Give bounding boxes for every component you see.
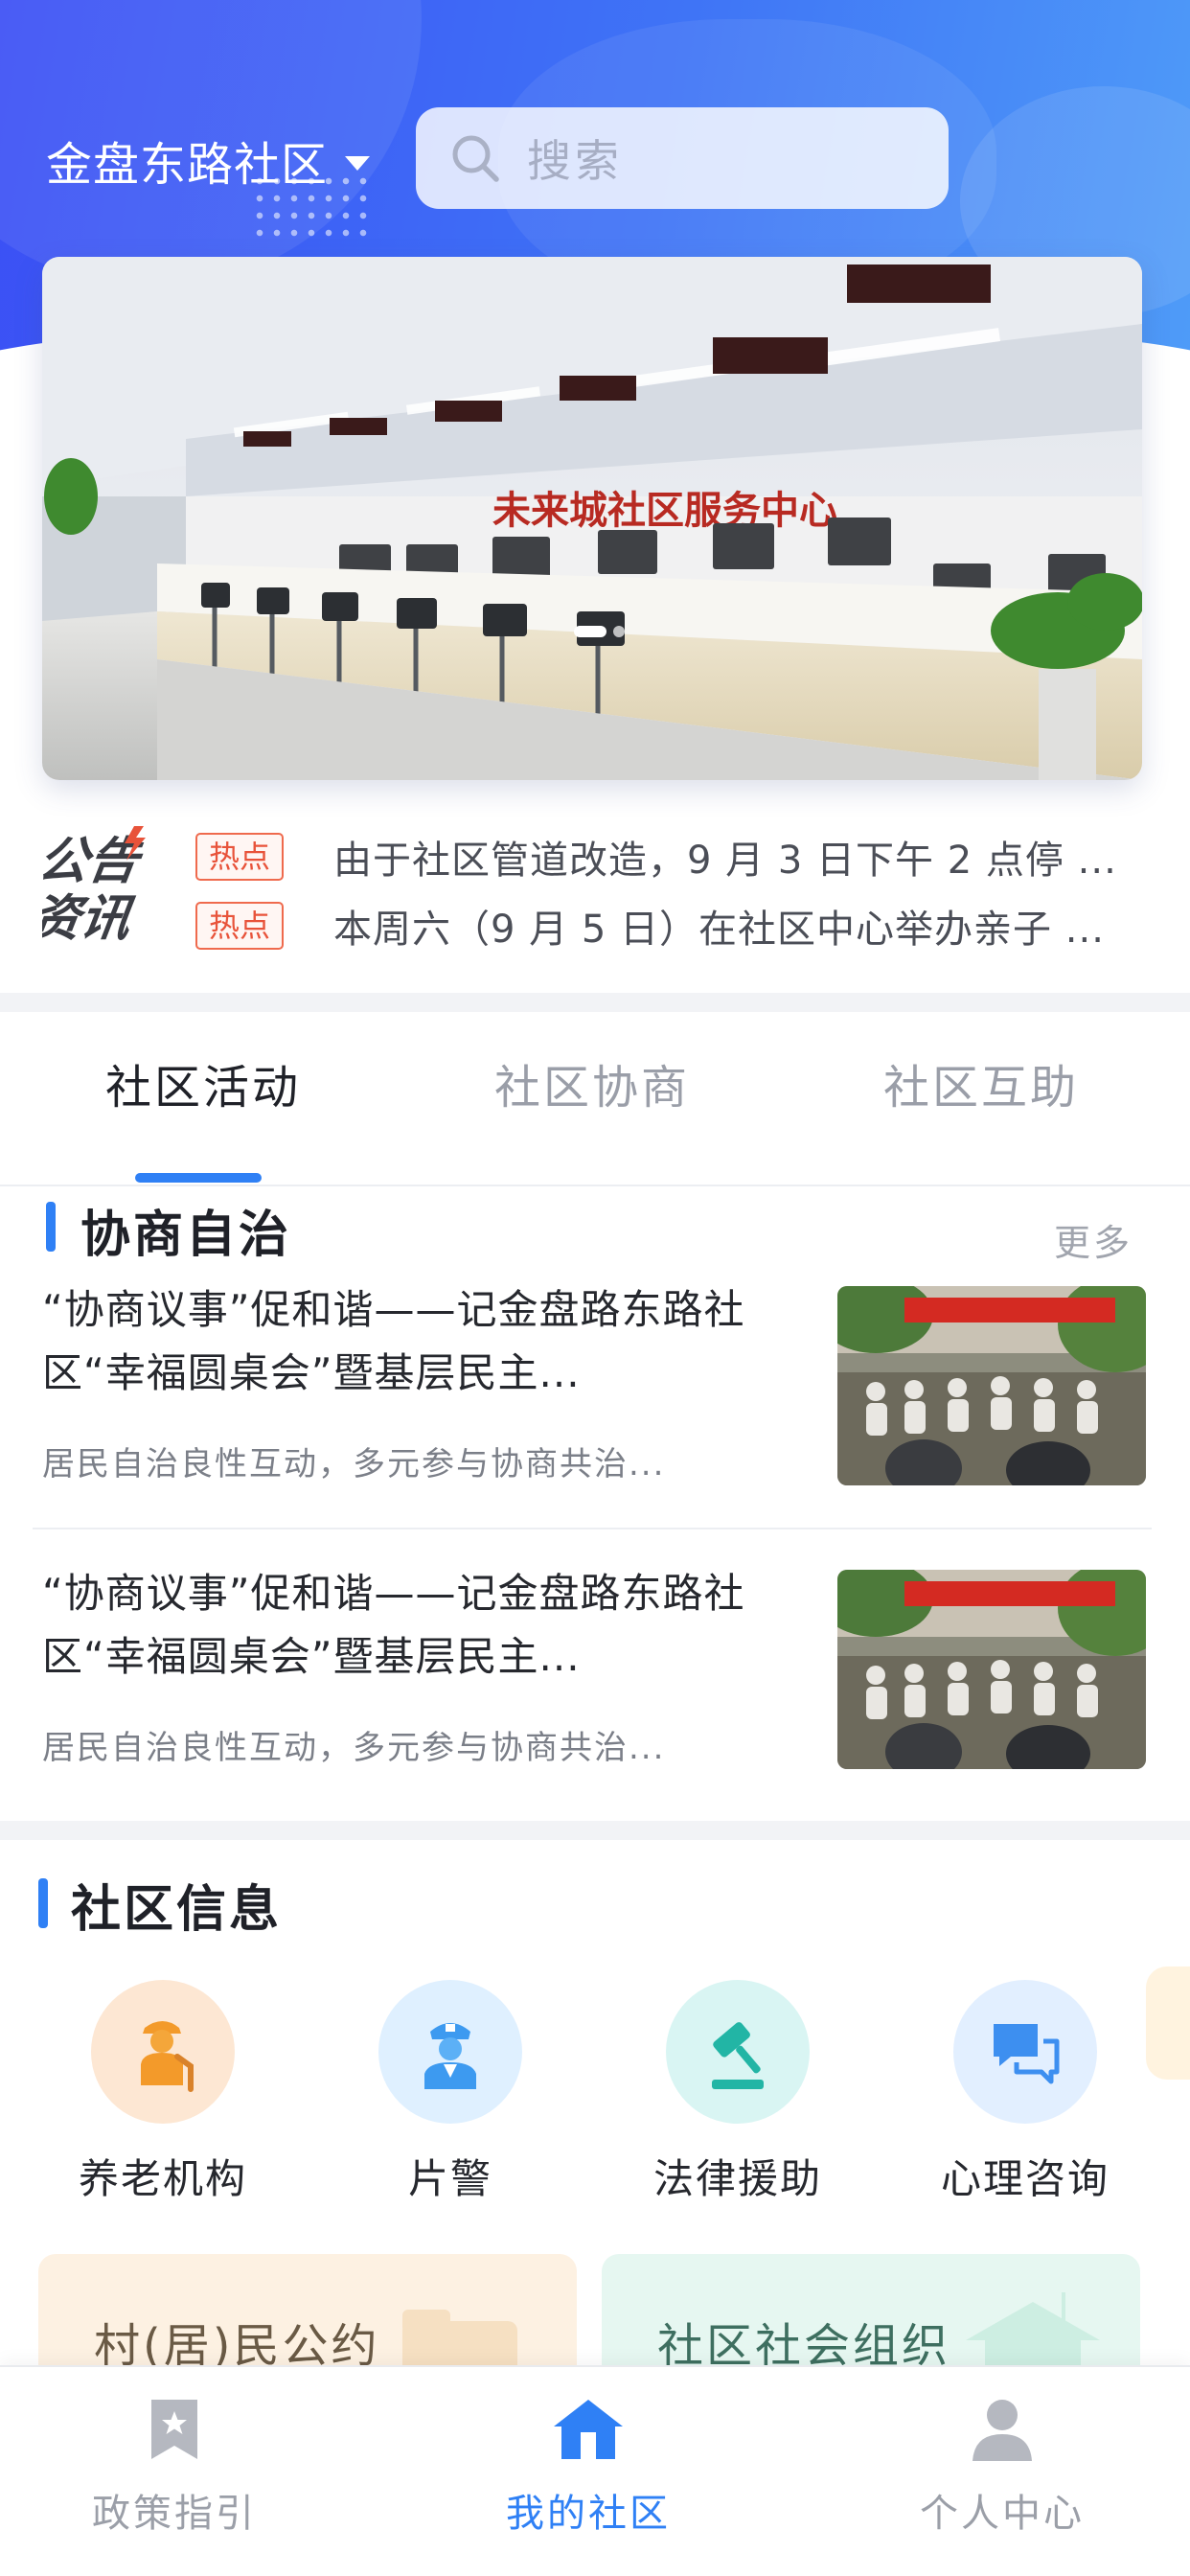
notice-text: 由于社区管道改造，9 月 3 日下午 2 点停 ... [333, 839, 1117, 883]
news-logo-line2: 资讯 [42, 890, 138, 947]
svg-text:资讯: 资讯 [42, 890, 138, 947]
search-icon [452, 135, 499, 182]
article-thumbnail [837, 1286, 1146, 1485]
article-title: “协商议事”促和谐——记金盘路东路社区“幸福圆桌会”暨基层民主... [42, 1570, 745, 1680]
tab-community-consultation[interactable]: 社区协商 [494, 1049, 690, 1116]
caret-down-icon [345, 155, 371, 171]
section-accent-bar [38, 1878, 48, 1928]
more-link[interactable]: 更多 [1054, 1213, 1133, 1266]
article-card[interactable]: “协商议事”促和谐——记金盘路东路社区“幸福圆桌会”暨基层民主... 居民自治良… [42, 1278, 1148, 1528]
location-name: 金盘东路社区 [46, 138, 329, 192]
info-item-elderly-care[interactable]: 养老机构 [67, 1980, 259, 2205]
article-divider [33, 1528, 1152, 1530]
gavel-icon [666, 1980, 810, 2124]
bookmark-star-icon [151, 2400, 197, 2459]
info-item-label: 片警 [407, 2155, 492, 2202]
section-accent-bar [46, 1202, 56, 1252]
nav-personal-center[interactable]: 个人中心 [858, 2396, 1146, 2538]
banner-carousel[interactable]: 未来城社区服务中心 [42, 257, 1142, 780]
nav-label: 我的社区 [506, 2492, 671, 2536]
info-item-label: 养老机构 [78, 2155, 247, 2202]
info-item-label: 法律援助 [652, 2155, 822, 2202]
news-logo: 公告 资讯 [27, 822, 167, 948]
info-item-psych-counseling[interactable]: 心理咨询 [929, 1980, 1121, 2205]
article-title: “协商议事”促和谐——记金盘路东路社区“幸福圆桌会”暨基层民主... [42, 1286, 745, 1396]
info-item-label: 心理咨询 [940, 2155, 1110, 2202]
nav-my-community[interactable]: 我的社区 [445, 2396, 732, 2538]
section-divider [0, 1821, 1190, 1840]
location-selector[interactable]: 金盘东路社区 [46, 126, 371, 194]
carousel-dot-active [574, 626, 606, 637]
elderly-icon [91, 1980, 235, 2124]
info-item-peek[interactable] [1146, 1966, 1190, 2080]
search-bar[interactable]: 搜索 [416, 107, 949, 209]
nav-label: 个人中心 [920, 2492, 1085, 2536]
notice-item[interactable]: 热点 本周六（9 月 5 日）在社区中心举办亲子 ... [195, 899, 1105, 953]
nav-label: 政策指引 [92, 2492, 257, 2536]
notice-item[interactable]: 热点 由于社区管道改造，9 月 3 日下午 2 点停 ... [195, 830, 1117, 884]
info-item-legal-aid[interactable]: 法律援助 [642, 1980, 834, 2205]
police-icon [378, 1980, 522, 2124]
banner-image: 未来城社区服务中心 [42, 257, 1142, 780]
tab-divider [0, 1184, 1190, 1186]
search-placeholder: 搜索 [527, 135, 623, 187]
tab-community-mutual-aid[interactable]: 社区互助 [883, 1049, 1079, 1116]
info-item-police[interactable]: 片警 [355, 1980, 546, 2205]
article-description: 居民自治良性互动，多元参与协商共治... [42, 1729, 666, 1767]
tab-active-indicator [135, 1173, 262, 1183]
carousel-dot [613, 626, 625, 637]
chat-icon [953, 1980, 1097, 2124]
hot-tag: 热点 [195, 833, 285, 881]
section-title-community-info: 社区信息 [71, 1881, 283, 1939]
hot-tag: 热点 [195, 902, 285, 950]
section-title-consultation: 协商自治 [80, 1207, 292, 1264]
article-card[interactable]: “协商议事”促和谐——记金盘路东路社区“幸福圆桌会”暨基层民主... 居民自治良… [42, 1562, 1148, 1811]
notice-text: 本周六（9 月 5 日）在社区中心举办亲子 ... [333, 908, 1105, 952]
tab-community-activities[interactable]: 社区活动 [105, 1049, 301, 1116]
nav-policy-guide[interactable]: 政策指引 [31, 2396, 318, 2538]
article-thumbnail [837, 1570, 1146, 1769]
section-divider [0, 993, 1190, 1012]
home-icon [554, 2400, 623, 2459]
svg-text:未来城社区服务中心: 未来城社区服务中心 [492, 489, 837, 533]
bottom-navigation: 政策指引 我的社区 个人中心 [0, 2365, 1190, 2576]
article-description: 居民自治良性互动，多元参与协商共治... [42, 1445, 666, 1484]
person-icon [973, 2400, 1032, 2461]
